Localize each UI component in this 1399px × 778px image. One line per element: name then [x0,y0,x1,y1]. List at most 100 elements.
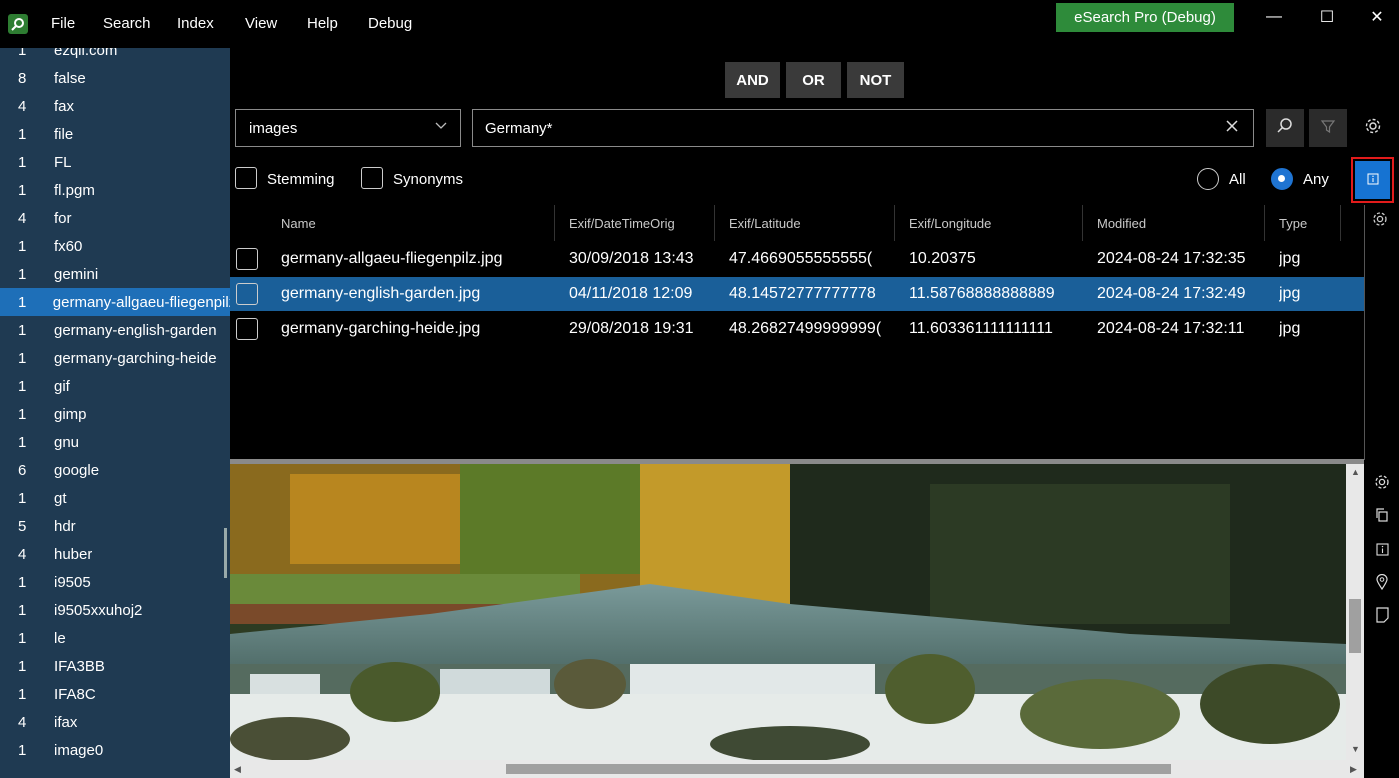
or-button[interactable]: OR [786,62,841,98]
close-icon[interactable] [1225,118,1239,138]
app-search-icon[interactable] [8,14,28,34]
term-list-item[interactable]: 6 google [0,456,230,484]
scroll-up-icon[interactable]: ▲ [1351,467,1360,477]
column-divider[interactable] [894,205,895,241]
column-divider[interactable] [714,205,715,241]
preview-horizontal-scrollbar[interactable]: ◀ ▶ [230,760,1364,778]
term-label: germany-allgaeu-fliegenpilz [52,293,230,311]
column-header-modified[interactable]: Modified [1097,205,1146,241]
column-header-type[interactable]: Type [1279,205,1307,241]
match-any-radio[interactable] [1271,168,1293,190]
column-header-longitude[interactable]: Exif/Longitude [909,205,991,241]
column-header-latitude[interactable]: Exif/Latitude [729,205,801,241]
term-list-item[interactable]: 1 ezqli.com [0,48,230,64]
term-list-item[interactable]: 1 germany-allgaeu-fliegenpilz [0,288,230,316]
term-count: 4 [18,545,27,563]
scrollbar-thumb[interactable] [506,764,1171,774]
search-input[interactable] [485,119,1185,137]
menu-file[interactable]: File [51,15,75,32]
match-all-radio[interactable] [1197,168,1219,190]
term-list-item[interactable]: 4 fax [0,92,230,120]
minimize-button[interactable]: — [1252,2,1296,32]
and-button[interactable]: AND [725,62,780,98]
column-divider[interactable] [1264,205,1265,241]
menu-debug[interactable]: Debug [368,15,412,32]
copy-icon[interactable] [1373,506,1391,524]
term-list: 1 ezqli.com 8 false 4 fax 1 file 1 FL 1 fl.pgm 4 for 1… [0,48,230,778]
table-row[interactable]: germany-allgaeu-fliegenpilz.jpg 30/09/201… [230,242,1364,276]
stemming-checkbox[interactable] [235,167,257,189]
term-list-item[interactable]: 1 gt [0,484,230,512]
search-button[interactable] [1266,109,1304,147]
index-dropdown[interactable]: images [235,109,461,147]
term-list-item[interactable]: 1 i9505xxuhoj2 [0,596,230,624]
term-list-item[interactable]: 1 gnu [0,428,230,456]
scrollbar-thumb[interactable] [1349,599,1361,653]
sidebar-scrollbar[interactable] [224,528,227,578]
column-header-datetime[interactable]: Exif/DateTimeOrig [569,205,675,241]
term-list-item[interactable]: 1 IFA3BB [0,652,230,680]
location-pin-icon[interactable] [1373,573,1391,591]
maximize-button[interactable]: ☐ [1305,2,1349,32]
term-list-item[interactable]: 1 le [0,624,230,652]
term-label: IFA3BB [54,657,105,675]
term-count: 1 [18,629,27,647]
filter-button[interactable] [1309,109,1347,147]
document-icon[interactable] [1373,606,1391,624]
result-latitude: 47.4669055555555( [729,250,873,267]
term-list-item[interactable]: 1 image0 [0,736,230,764]
scroll-down-icon[interactable]: ▼ [1351,744,1360,754]
term-list-item[interactable]: 1 gif [0,372,230,400]
preview-vertical-scrollbar[interactable]: ▲ ▼ [1346,464,1364,760]
term-list-item[interactable]: 1 FL [0,148,230,176]
term-list-item[interactable]: 1 fl.pgm [0,176,230,204]
term-label: fax [54,97,75,115]
term-list-item[interactable]: 1 fx60 [0,232,230,260]
column-divider[interactable] [1082,205,1083,241]
menu-index[interactable]: Index [177,15,214,32]
term-list-item[interactable]: 5 hdr [0,512,230,540]
menu-search[interactable]: Search [103,15,151,32]
result-longitude: 11.603361111111111 [909,320,1053,337]
menu-view[interactable]: View [245,15,277,32]
term-list-item[interactable]: 1 i9505 [0,568,230,596]
synonyms-checkbox[interactable] [361,167,383,189]
settings-button[interactable] [1354,109,1392,147]
info-icon[interactable] [1373,540,1391,558]
term-list-item[interactable]: 1 IFA8C [0,680,230,708]
row-checkbox[interactable] [236,283,258,305]
search-field[interactable] [472,109,1254,147]
match-any-label: Any [1303,171,1329,188]
term-list-item[interactable]: 8 false [0,64,230,92]
term-list-item[interactable]: 1 germany-garching-heide [0,344,230,372]
term-list-item[interactable]: 1 gimp [0,400,230,428]
close-button[interactable]: ✕ [1355,2,1399,32]
scroll-left-icon[interactable]: ◀ [234,764,241,775]
term-label: le [54,629,66,647]
term-label: ifax [54,713,78,731]
term-list-item[interactable]: 1 germany-english-garden [0,316,230,344]
term-list-item[interactable]: 1 file [0,120,230,148]
column-divider[interactable] [554,205,555,241]
table-row[interactable]: germany-english-garden.jpg 04/11/2018 12:… [230,277,1364,311]
menu-help[interactable]: Help [307,15,338,32]
column-divider[interactable] [1340,205,1341,241]
term-count: 1 [18,685,27,703]
row-checkbox[interactable] [236,248,258,270]
gear-icon[interactable] [1373,473,1391,491]
term-list-item[interactable]: 4 ifax [0,708,230,736]
term-list-item[interactable]: 1 gemini [0,260,230,288]
scroll-right-icon[interactable]: ▶ [1350,764,1357,775]
result-datetime: 04/11/2018 12:09 [569,285,693,302]
term-list-item[interactable]: 4 huber [0,540,230,568]
info-panel-button[interactable] [1351,157,1394,203]
image-preview[interactable] [230,464,1346,760]
term-list-item[interactable]: 4 for [0,204,230,232]
row-checkbox[interactable] [236,318,258,340]
term-label: IFA8C [54,685,96,703]
gear-icon[interactable] [1372,211,1388,231]
not-button[interactable]: NOT [847,62,904,98]
table-row[interactable]: germany-garching-heide.jpg 29/08/2018 19:… [230,312,1364,346]
term-count: 8 [18,69,27,87]
column-header-name[interactable]: Name [281,205,316,241]
